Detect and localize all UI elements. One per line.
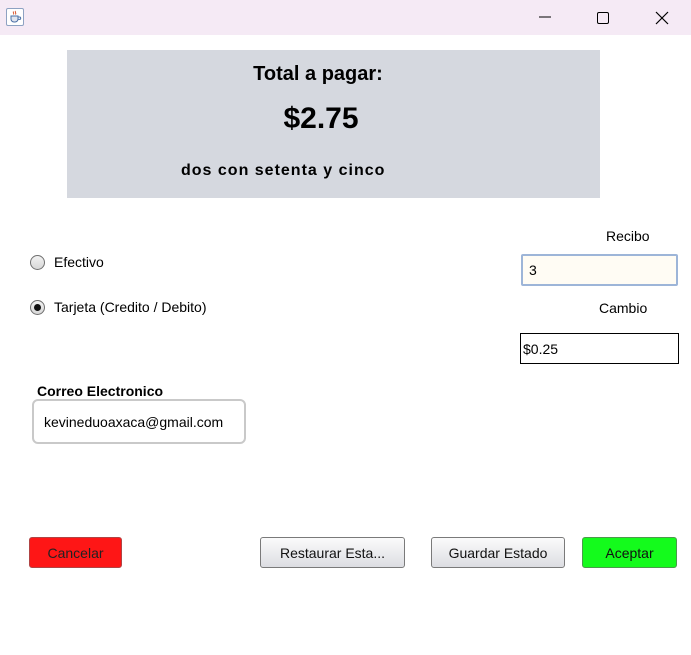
minimize-icon bbox=[539, 16, 551, 18]
title-bar bbox=[0, 0, 691, 35]
radio-circle-checked[interactable] bbox=[30, 300, 45, 315]
close-button[interactable] bbox=[633, 0, 691, 35]
total-amount: $2.75 bbox=[283, 102, 359, 135]
total-panel: Total a pagar: $2.75 dos con setenta y c… bbox=[67, 50, 600, 198]
restaurar-estado-button[interactable]: Restaurar Esta... bbox=[260, 537, 405, 568]
email-label: Correo Electronico bbox=[37, 383, 164, 399]
aceptar-button[interactable]: Aceptar bbox=[582, 537, 677, 568]
recibo-input[interactable] bbox=[521, 254, 678, 286]
close-icon bbox=[655, 11, 669, 25]
radio-tarjeta-label: Tarjeta (Credito / Debito) bbox=[54, 299, 207, 315]
java-coffee-icon bbox=[6, 8, 24, 26]
total-label: Total a pagar: bbox=[253, 63, 383, 85]
total-amount-words: dos con setenta y cinco bbox=[181, 162, 386, 179]
maximize-icon bbox=[597, 12, 609, 24]
radio-efectivo-label: Efectivo bbox=[54, 254, 104, 270]
radio-selected-dot bbox=[34, 304, 41, 311]
cancelar-button[interactable]: Cancelar bbox=[29, 537, 122, 568]
recibo-label: Recibo bbox=[606, 228, 650, 244]
cambio-field[interactable] bbox=[520, 333, 679, 364]
radio-circle-unchecked[interactable] bbox=[30, 255, 45, 270]
minimize-button[interactable] bbox=[516, 0, 574, 35]
maximize-button[interactable] bbox=[574, 0, 632, 35]
guardar-estado-button[interactable]: Guardar Estado bbox=[431, 537, 565, 568]
email-input[interactable] bbox=[32, 399, 246, 444]
cambio-label: Cambio bbox=[599, 300, 648, 316]
